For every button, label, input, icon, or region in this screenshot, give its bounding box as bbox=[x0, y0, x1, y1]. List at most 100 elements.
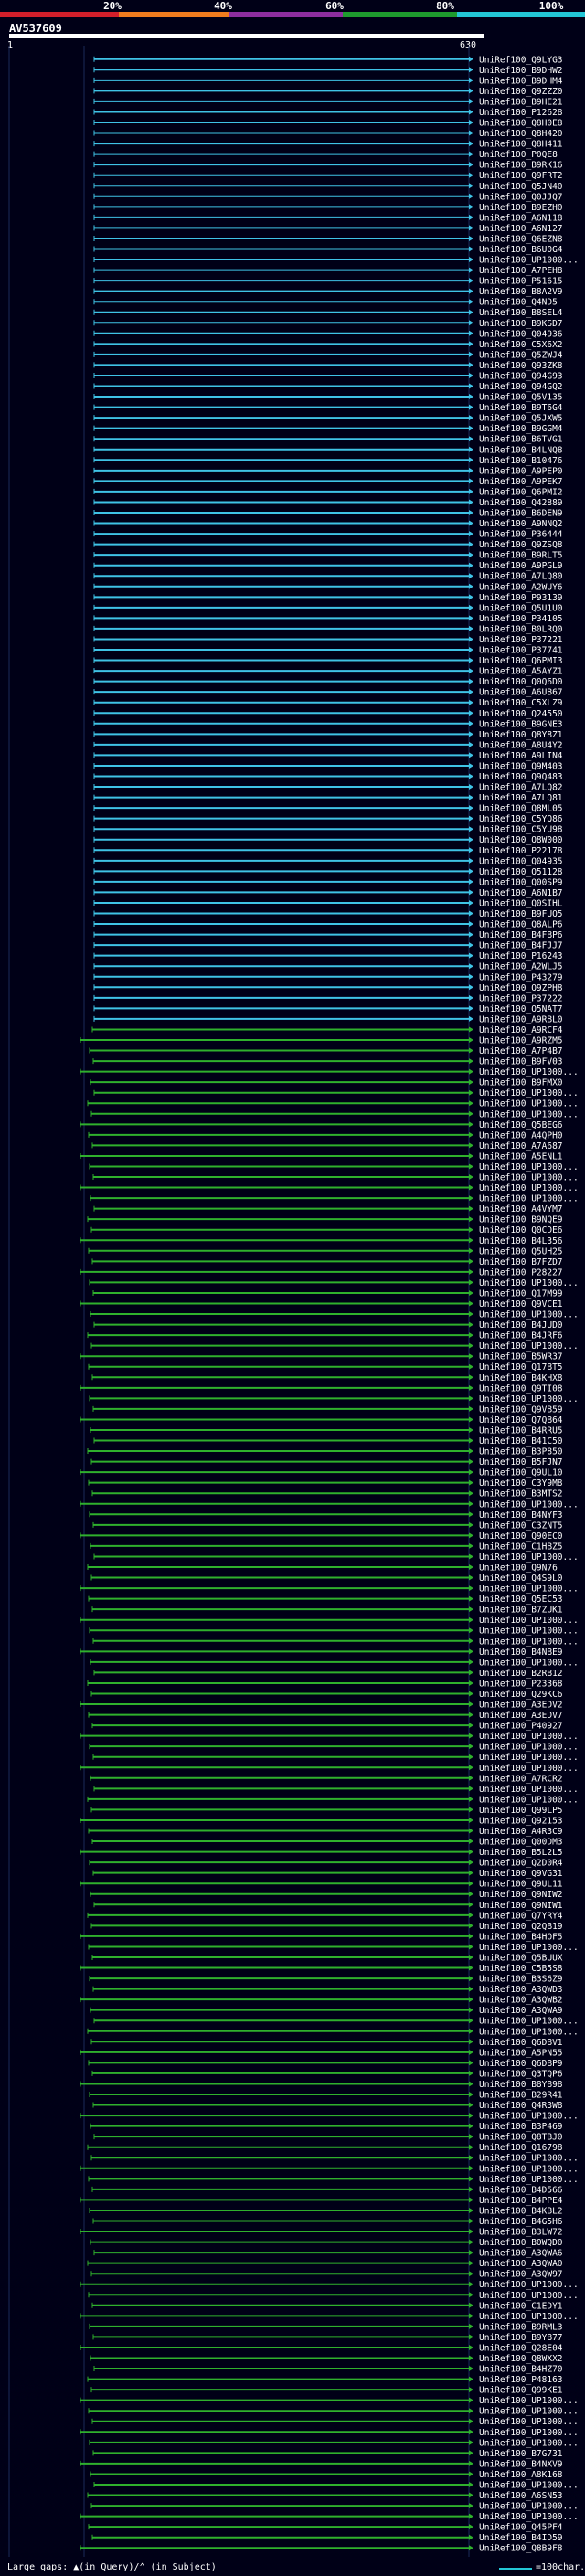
hit-label[interactable]: UniRef100_P93139 bbox=[479, 593, 563, 603]
hit-label[interactable]: UniRef100_A6SN53 bbox=[479, 2491, 563, 2501]
hit-row[interactable]: UniRef100_Q6PMI2 bbox=[93, 487, 563, 497]
hit-row[interactable]: UniRef100_Q29KC6 bbox=[90, 1690, 563, 1700]
hit-row[interactable]: UniRef100_UP1000... bbox=[93, 2480, 579, 2490]
hit-row[interactable]: UniRef100_B4FBP6 bbox=[93, 930, 563, 940]
hit-label[interactable]: UniRef100_UP1000... bbox=[479, 1088, 579, 1098]
hit-row[interactable]: UniRef100_Q5EC53 bbox=[88, 1595, 563, 1605]
hit-label[interactable]: UniRef100_B5WR37 bbox=[479, 1352, 563, 1362]
hit-label[interactable]: UniRef100_B9HE21 bbox=[479, 97, 563, 107]
hit-row[interactable]: UniRef100_B9FUQ5 bbox=[93, 909, 563, 919]
hit-row[interactable]: UniRef100_C5X6X2 bbox=[93, 340, 563, 350]
hit-row[interactable]: UniRef100_B2RB12 bbox=[93, 1669, 563, 1679]
hit-label[interactable]: UniRef100_B9GGM4 bbox=[479, 424, 563, 434]
hit-row[interactable]: UniRef100_A3QWD3 bbox=[92, 1985, 563, 1995]
hit-row[interactable]: UniRef100_UP1000... bbox=[80, 2428, 579, 2438]
hit-row[interactable]: UniRef100_Q5JN40 bbox=[93, 182, 563, 192]
hit-label[interactable]: UniRef100_UP1000... bbox=[479, 1637, 579, 1647]
hit-label[interactable]: UniRef100_UP1000... bbox=[479, 1194, 579, 1204]
hit-label[interactable]: UniRef100_B9EZH0 bbox=[479, 203, 563, 213]
hit-row[interactable]: UniRef100_Q99KE1 bbox=[90, 2386, 563, 2396]
hit-label[interactable]: UniRef100_P0QE8 bbox=[479, 150, 558, 160]
hit-label[interactable]: UniRef100_Q8TBJ0 bbox=[479, 2133, 563, 2143]
hit-row[interactable]: UniRef100_A7LQ82 bbox=[93, 783, 563, 793]
hit-row[interactable]: UniRef100_A6N118 bbox=[93, 213, 563, 223]
hit-label[interactable]: UniRef100_A9RBL0 bbox=[479, 1014, 563, 1024]
hit-label[interactable]: UniRef100_B7G731 bbox=[479, 2449, 563, 2459]
hit-label[interactable]: UniRef100_Q5ZWJ4 bbox=[479, 350, 563, 360]
hit-label[interactable]: UniRef100_Q92153 bbox=[479, 1816, 563, 1826]
hit-row[interactable]: UniRef100_P37222 bbox=[93, 993, 563, 1003]
hit-label[interactable]: UniRef100_UP1000... bbox=[479, 2417, 579, 2427]
hit-label[interactable]: UniRef100_B9GNE3 bbox=[479, 719, 563, 729]
hit-label[interactable]: UniRef100_UP1000... bbox=[479, 2027, 579, 2037]
hit-row[interactable]: UniRef100_A9LIN4 bbox=[93, 751, 563, 761]
hit-label[interactable]: UniRef100_UP1000... bbox=[479, 1732, 579, 1742]
hit-row[interactable]: UniRef100_B4ID59 bbox=[91, 2533, 563, 2543]
hit-label[interactable]: UniRef100_Q9UL10 bbox=[479, 1468, 563, 1479]
hit-label[interactable]: UniRef100_B4L356 bbox=[479, 1236, 563, 1246]
hit-row[interactable]: UniRef100_UP1000... bbox=[88, 2291, 579, 2301]
hit-row[interactable]: UniRef100_A3QWB2 bbox=[80, 1996, 563, 2006]
hit-row[interactable]: UniRef100_Q4ND5 bbox=[93, 298, 558, 308]
hit-label[interactable]: UniRef100_B9RML3 bbox=[479, 2322, 563, 2332]
hit-label[interactable]: UniRef100_B4FJJ7 bbox=[479, 941, 563, 951]
hit-label[interactable]: UniRef100_UP1000... bbox=[479, 2407, 579, 2417]
hit-row[interactable]: UniRef100_B4RRU5 bbox=[90, 1426, 563, 1436]
hit-label[interactable]: UniRef100_Q5JXW5 bbox=[479, 414, 563, 424]
hit-label[interactable]: UniRef100_Q8Y8Z1 bbox=[479, 730, 563, 740]
hit-label[interactable]: UniRef100_Q00DM3 bbox=[479, 1838, 563, 1848]
hit-row[interactable]: UniRef100_UP1000... bbox=[93, 1088, 579, 1098]
hit-label[interactable]: UniRef100_UP1000... bbox=[479, 1162, 579, 1172]
hit-label[interactable]: UniRef100_Q99LP5 bbox=[479, 1806, 563, 1816]
hit-label[interactable]: UniRef100_B9YB77 bbox=[479, 2333, 563, 2343]
hit-row[interactable]: UniRef100_B9FMX0 bbox=[90, 1078, 563, 1088]
hit-row[interactable]: UniRef100_B5L2L5 bbox=[80, 1848, 563, 1858]
hit-label[interactable]: UniRef100_UP1000... bbox=[479, 1109, 579, 1119]
hit-label[interactable]: UniRef100_Q45PF4 bbox=[479, 2523, 563, 2533]
hit-row[interactable]: UniRef100_Q3TQP6 bbox=[91, 2069, 563, 2079]
hit-label[interactable]: UniRef100_UP1000... bbox=[479, 1183, 579, 1193]
hit-label[interactable]: UniRef100_A3QWD3 bbox=[479, 1985, 563, 1995]
hit-row[interactable]: UniRef100_A7RCR2 bbox=[90, 1774, 563, 1784]
hit-label[interactable]: UniRef100_Q9NIW1 bbox=[479, 1901, 563, 1911]
hit-label[interactable]: UniRef100_C5YU98 bbox=[479, 825, 563, 835]
hit-label[interactable]: UniRef100_Q29KC6 bbox=[479, 1690, 563, 1700]
hit-row[interactable]: UniRef100_Q8W000 bbox=[93, 835, 563, 845]
hit-row[interactable]: UniRef100_UP1000... bbox=[80, 2112, 579, 2122]
hit-row[interactable]: UniRef100_Q2QB19 bbox=[90, 1922, 563, 1932]
hit-row[interactable]: UniRef100_A7A687 bbox=[91, 1141, 563, 1151]
hit-label[interactable]: UniRef100_B8SEL4 bbox=[479, 308, 563, 318]
hit-label[interactable]: UniRef100_P37222 bbox=[479, 993, 563, 1003]
hit-row[interactable]: UniRef100_B9YB77 bbox=[92, 2333, 563, 2343]
hit-label[interactable]: UniRef100_Q9Q483 bbox=[479, 772, 563, 782]
hit-label[interactable]: UniRef100_B9RLT5 bbox=[479, 551, 563, 561]
hit-row[interactable]: UniRef100_Q93ZK8 bbox=[93, 361, 563, 371]
hit-label[interactable]: UniRef100_Q5V135 bbox=[479, 393, 563, 403]
hit-label[interactable]: UniRef100_UP1000... bbox=[479, 2164, 579, 2174]
hit-row[interactable]: UniRef100_UP1000... bbox=[80, 2512, 579, 2522]
hit-label[interactable]: UniRef100_Q6PMI2 bbox=[479, 487, 563, 497]
hit-row[interactable]: UniRef100_C1HBZ5 bbox=[90, 1542, 563, 1552]
hit-label[interactable]: UniRef100_Q8H420 bbox=[479, 129, 563, 139]
hit-row[interactable]: UniRef100_A7LQ81 bbox=[93, 793, 563, 803]
hit-row[interactable]: UniRef100_UP1000... bbox=[90, 2154, 579, 2164]
hit-row[interactable]: UniRef100_Q04936 bbox=[93, 329, 563, 339]
hit-row[interactable]: UniRef100_Q9FRT2 bbox=[93, 171, 563, 181]
hit-row[interactable]: UniRef100_A8U4Y2 bbox=[93, 740, 563, 750]
hit-row[interactable]: UniRef100_Q0CDE6 bbox=[90, 1225, 563, 1235]
hit-label[interactable]: UniRef100_B4LNQ8 bbox=[479, 445, 563, 455]
hit-row[interactable]: UniRef100_B9KSD7 bbox=[93, 319, 563, 329]
hit-label[interactable]: UniRef100_Q28E04 bbox=[479, 2343, 563, 2353]
hit-label[interactable]: UniRef100_B9DHW2 bbox=[479, 66, 563, 76]
hit-label[interactable]: UniRef100_A9LIN4 bbox=[479, 751, 563, 761]
hit-label[interactable]: UniRef100_B3P850 bbox=[479, 1447, 563, 1458]
hit-row[interactable]: UniRef100_B4D566 bbox=[91, 2185, 563, 2195]
hit-label[interactable]: UniRef100_Q9VCE1 bbox=[479, 1299, 563, 1309]
hit-label[interactable]: UniRef100_P16243 bbox=[479, 951, 563, 961]
hit-row[interactable]: UniRef100_Q2D0R4 bbox=[89, 1859, 563, 1869]
hit-row[interactable]: UniRef100_UP1000... bbox=[87, 1099, 579, 1109]
hit-label[interactable]: UniRef100_Q94GQ2 bbox=[479, 382, 563, 392]
hit-row[interactable]: UniRef100_B0WQD0 bbox=[90, 2238, 563, 2248]
hit-row[interactable]: UniRef100_B4PPE4 bbox=[80, 2196, 563, 2206]
hit-row[interactable]: UniRef100_Q9UL10 bbox=[80, 1468, 563, 1479]
